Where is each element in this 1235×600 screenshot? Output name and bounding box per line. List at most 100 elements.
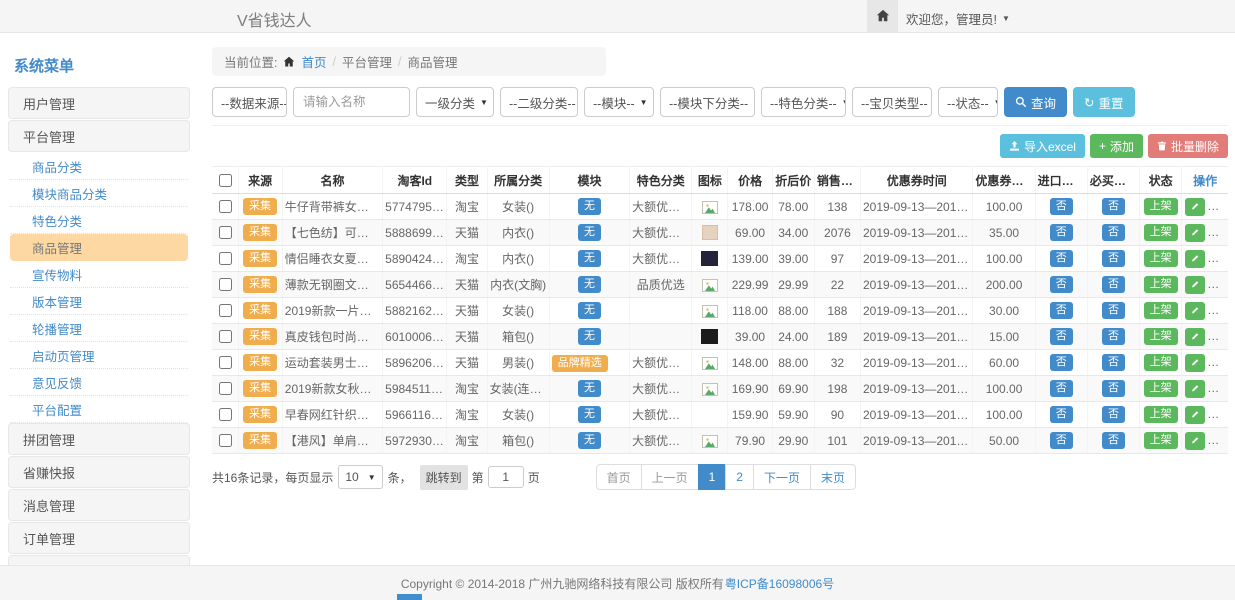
jump-page-input[interactable] — [488, 466, 524, 488]
must-buy-toggle[interactable]: 否 — [1102, 198, 1125, 215]
edit-button[interactable] — [1185, 276, 1205, 294]
operations-cell — [1182, 246, 1228, 272]
must-buy-toggle[interactable]: 否 — [1102, 224, 1125, 241]
batch-delete-button[interactable]: 批量删除 — [1148, 134, 1228, 158]
must-buy-toggle[interactable]: 否 — [1102, 276, 1125, 293]
import-select-toggle[interactable]: 否 — [1050, 354, 1073, 371]
edit-button[interactable] — [1185, 354, 1205, 372]
row-checkbox[interactable] — [219, 356, 232, 369]
must-buy-toggle[interactable]: 否 — [1102, 354, 1125, 371]
import-select-toggle[interactable]: 否 — [1050, 250, 1073, 267]
edit-button[interactable] — [1185, 432, 1205, 450]
edit-button[interactable] — [1185, 328, 1205, 346]
must-buy-toggle[interactable]: 否 — [1102, 250, 1125, 267]
edit-button[interactable] — [1185, 406, 1205, 424]
sidebar-subitem[interactable]: 模块商品分类 — [10, 180, 188, 207]
edit-button[interactable] — [1185, 224, 1205, 242]
sidebar-item[interactable]: 省赚快报 — [8, 456, 190, 488]
status-cell: 上架 — [1140, 428, 1182, 454]
edit-button[interactable] — [1185, 198, 1205, 216]
status-badge[interactable]: 上架 — [1144, 250, 1178, 267]
icp-link[interactable]: 粤ICP备16098006号 — [725, 575, 834, 592]
edit-button[interactable] — [1185, 302, 1205, 320]
column-header: 优惠券时间 — [860, 167, 972, 194]
sidebar-item-platform-management[interactable]: 平台管理 — [8, 120, 190, 152]
must-buy-toggle[interactable]: 否 — [1102, 302, 1125, 319]
name-cell: 牛仔背带裤女秋装减龄... — [282, 194, 382, 220]
status-badge[interactable]: 上架 — [1144, 380, 1178, 397]
sidebar-subitem[interactable]: 版本管理 — [10, 288, 188, 315]
import-select-toggle[interactable]: 否 — [1050, 276, 1073, 293]
sidebar-subitem[interactable]: 平台配置 — [10, 396, 188, 423]
filter-select[interactable]: --模块--▼ — [584, 87, 654, 117]
price-cell: 139.00 — [728, 246, 772, 272]
sidebar-item-user-management[interactable]: 用户管理 — [8, 87, 190, 119]
filter-select[interactable]: 一级分类▼ — [416, 87, 494, 117]
sidebar-subitem[interactable]: 商品管理 — [10, 234, 188, 261]
page-button[interactable]: 首页 — [596, 464, 642, 490]
must-buy-toggle[interactable]: 否 — [1102, 328, 1125, 345]
edit-button[interactable] — [1185, 380, 1205, 398]
sidebar-subitem[interactable]: 意见反馈 — [10, 369, 188, 396]
sidebar-subitem[interactable]: 商品分类 — [10, 153, 188, 180]
sidebar-subitem[interactable]: 特色分类 — [10, 207, 188, 234]
sidebar-item-label: 平台管理 — [23, 127, 75, 146]
add-button[interactable]: + 添加 — [1090, 134, 1143, 158]
page-button[interactable]: 上一页 — [641, 464, 699, 490]
must-buy-toggle[interactable]: 否 — [1102, 380, 1125, 397]
filter-select[interactable]: --模块下分类--▼ — [660, 87, 755, 117]
user-menu[interactable]: 欢迎您，管理员! ▼ — [906, 9, 1010, 28]
page-size-select[interactable]: 10 ▼ — [338, 465, 382, 489]
import-select-toggle[interactable]: 否 — [1050, 224, 1073, 241]
sidebar-subitem[interactable]: 轮播管理 — [10, 315, 188, 342]
import-select-toggle[interactable]: 否 — [1050, 302, 1073, 319]
status-badge[interactable]: 上架 — [1144, 224, 1178, 241]
home-button[interactable] — [867, 0, 898, 32]
row-checkbox[interactable] — [219, 200, 232, 213]
sidebar-subitem[interactable]: 宣传物料 — [10, 261, 188, 288]
sidebar-item[interactable]: 消息管理 — [8, 489, 190, 521]
sidebar-item[interactable]: 拼团管理 — [8, 423, 190, 455]
row-checkbox[interactable] — [219, 408, 232, 421]
status-badge[interactable]: 上架 — [1144, 432, 1178, 449]
import-select-toggle[interactable]: 否 — [1050, 380, 1073, 397]
must-buy-toggle[interactable]: 否 — [1102, 406, 1125, 423]
import-select-toggle[interactable]: 否 — [1050, 406, 1073, 423]
select-all-checkbox[interactable] — [219, 174, 232, 187]
page-button[interactable]: 末页 — [810, 464, 856, 490]
row-checkbox[interactable] — [219, 382, 232, 395]
status-badge[interactable]: 上架 — [1144, 276, 1178, 293]
page-button[interactable]: 2 — [725, 464, 754, 490]
row-checkbox[interactable] — [219, 252, 232, 265]
import-select-toggle[interactable]: 否 — [1050, 328, 1073, 345]
row-checkbox[interactable] — [219, 304, 232, 317]
query-button[interactable]: 查询 — [1004, 87, 1067, 117]
status-badge[interactable]: 上架 — [1144, 354, 1178, 371]
row-checkbox[interactable] — [219, 330, 232, 343]
page-button[interactable]: 1 — [698, 464, 727, 490]
page-button[interactable]: 下一页 — [753, 464, 811, 490]
status-badge[interactable]: 上架 — [1144, 198, 1178, 215]
import-select-toggle[interactable]: 否 — [1050, 198, 1073, 215]
filter-select[interactable]: --特色分类--▼ — [761, 87, 846, 117]
edit-button[interactable] — [1185, 250, 1205, 268]
reset-button[interactable]: ↻ 重置 — [1073, 87, 1135, 117]
filter-select[interactable]: --宝贝类型--▼ — [852, 87, 932, 117]
filter-select[interactable]: --二级分类--▼ — [500, 87, 578, 117]
sidebar-subitem[interactable]: 启动页管理 — [10, 342, 188, 369]
status-badge[interactable]: 上架 — [1144, 302, 1178, 319]
filter-select[interactable]: --数据来源--▼ — [212, 87, 287, 117]
must-buy-toggle[interactable]: 否 — [1102, 432, 1125, 449]
row-checkbox[interactable] — [219, 434, 232, 447]
row-checkbox[interactable] — [219, 226, 232, 239]
jump-button[interactable]: 跳转到 — [420, 465, 468, 490]
import-select-toggle[interactable]: 否 — [1050, 432, 1073, 449]
name-search-input[interactable] — [293, 87, 410, 117]
status-badge[interactable]: 上架 — [1144, 328, 1178, 345]
filter-select[interactable]: --状态--▼ — [938, 87, 998, 117]
breadcrumb-home-link[interactable]: 首页 — [301, 52, 326, 71]
status-badge[interactable]: 上架 — [1144, 406, 1178, 423]
sidebar-item[interactable]: 订单管理 — [8, 522, 190, 554]
import-excel-button[interactable]: 导入excel — [1000, 134, 1085, 158]
row-checkbox[interactable] — [219, 278, 232, 291]
